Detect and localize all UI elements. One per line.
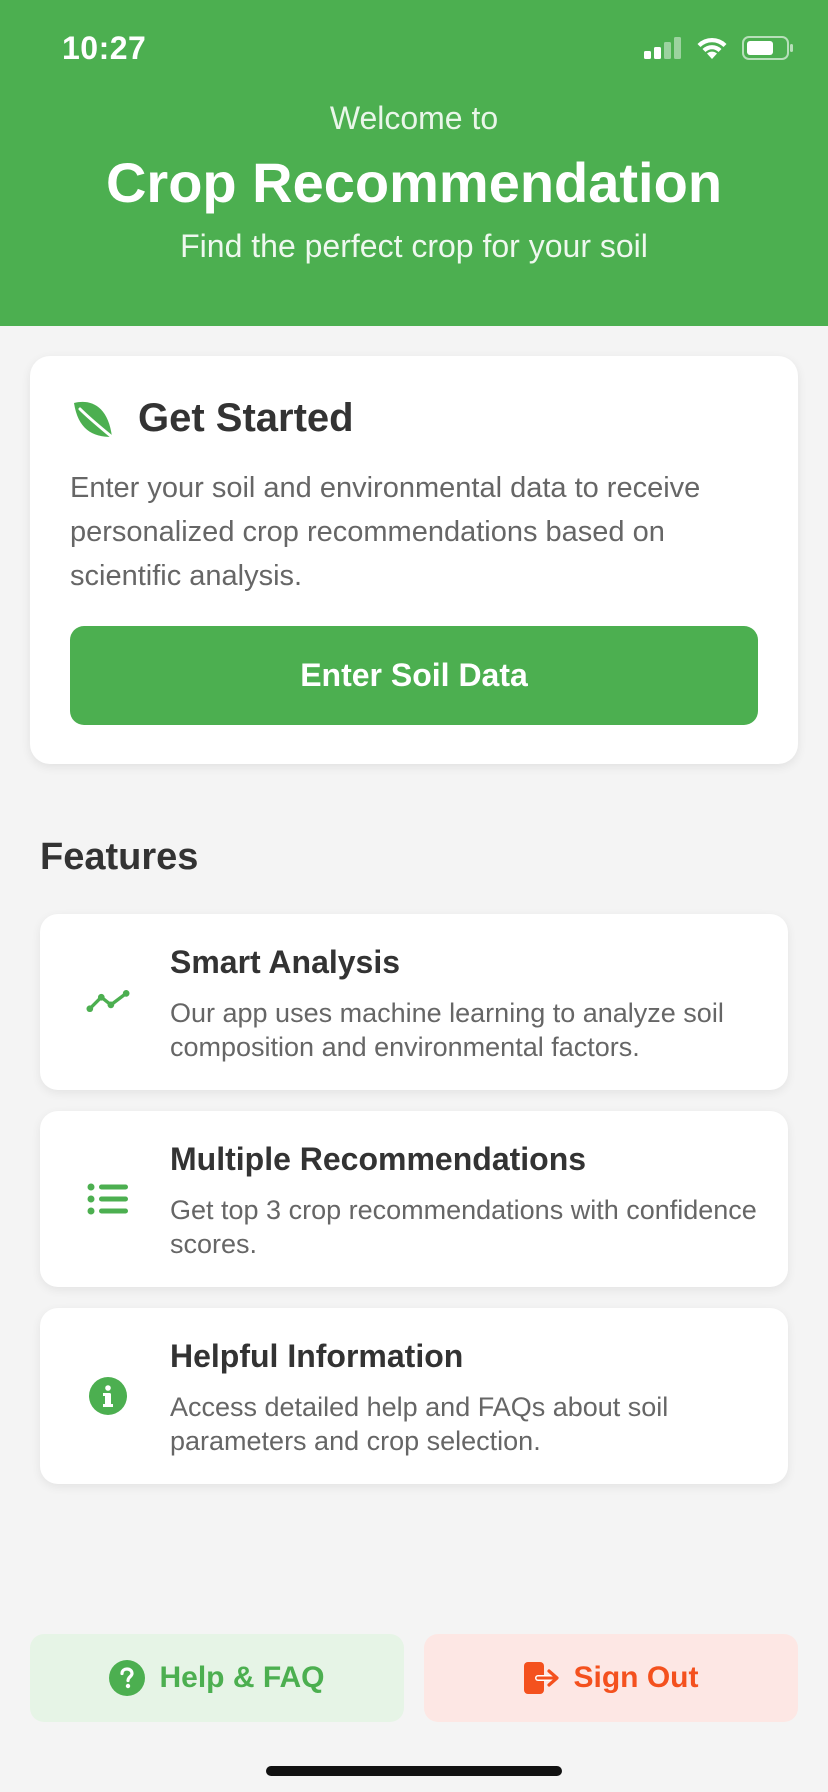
list-icon bbox=[87, 1183, 128, 1215]
info-icon bbox=[89, 1377, 127, 1415]
leaf-icon bbox=[74, 401, 114, 438]
question-circle-icon bbox=[109, 1660, 146, 1696]
sign-out-button[interactable]: Sign Out bbox=[424, 1634, 798, 1722]
status-icons bbox=[644, 36, 794, 60]
get-started-description: Enter your soil and environmental data t… bbox=[70, 472, 701, 592]
signal-icon bbox=[644, 37, 681, 59]
app-title: Crop Recommendation bbox=[105, 151, 723, 214]
home-indicator bbox=[266, 1766, 562, 1776]
feature-description: Our app uses machine learning to analyze… bbox=[170, 998, 724, 1062]
get-started-card: Get Started Enter your soil and environm… bbox=[30, 356, 798, 764]
home-screen: 10:27 Welcome to Crop Recommendation Fin… bbox=[0, 0, 828, 1792]
feature-title: Smart Analysis bbox=[170, 944, 401, 980]
get-started-header: Get Started bbox=[70, 396, 354, 441]
app-subtitle: Find the perfect crop for your soil bbox=[180, 228, 648, 264]
sign-out-label: Sign Out bbox=[573, 1661, 699, 1694]
feature-card-smart-analysis: Smart Analysis Our app uses machine lear… bbox=[40, 914, 788, 1090]
feature-title: Helpful Information bbox=[170, 1338, 464, 1374]
trend-line-icon bbox=[86, 990, 130, 1013]
feature-description: Get top 3 crop recommendations with conf… bbox=[170, 1195, 757, 1259]
feature-title: Multiple Recommendations bbox=[170, 1141, 587, 1177]
header: 10:27 Welcome to Crop Recommendation Fin… bbox=[0, 0, 828, 326]
wifi-icon bbox=[697, 37, 727, 59]
enter-soil-data-button[interactable]: Enter Soil Data bbox=[70, 626, 758, 725]
features-heading: Features bbox=[40, 836, 199, 878]
sign-out-icon bbox=[523, 1662, 559, 1694]
get-started-title: Get Started bbox=[138, 396, 354, 440]
status-time: 10:27 bbox=[62, 30, 147, 66]
help-faq-button[interactable]: Help & FAQ bbox=[30, 1634, 404, 1722]
feature-card-multiple-recommendations: Multiple Recommendations Get top 3 crop … bbox=[40, 1111, 788, 1287]
feature-card-helpful-information: Helpful Information Access detailed help… bbox=[40, 1308, 788, 1484]
feature-description: Access detailed help and FAQs about soil… bbox=[170, 1392, 669, 1456]
welcome-text: Welcome to bbox=[329, 100, 499, 136]
battery-icon bbox=[742, 36, 793, 60]
help-faq-label: Help & FAQ bbox=[159, 1661, 325, 1694]
